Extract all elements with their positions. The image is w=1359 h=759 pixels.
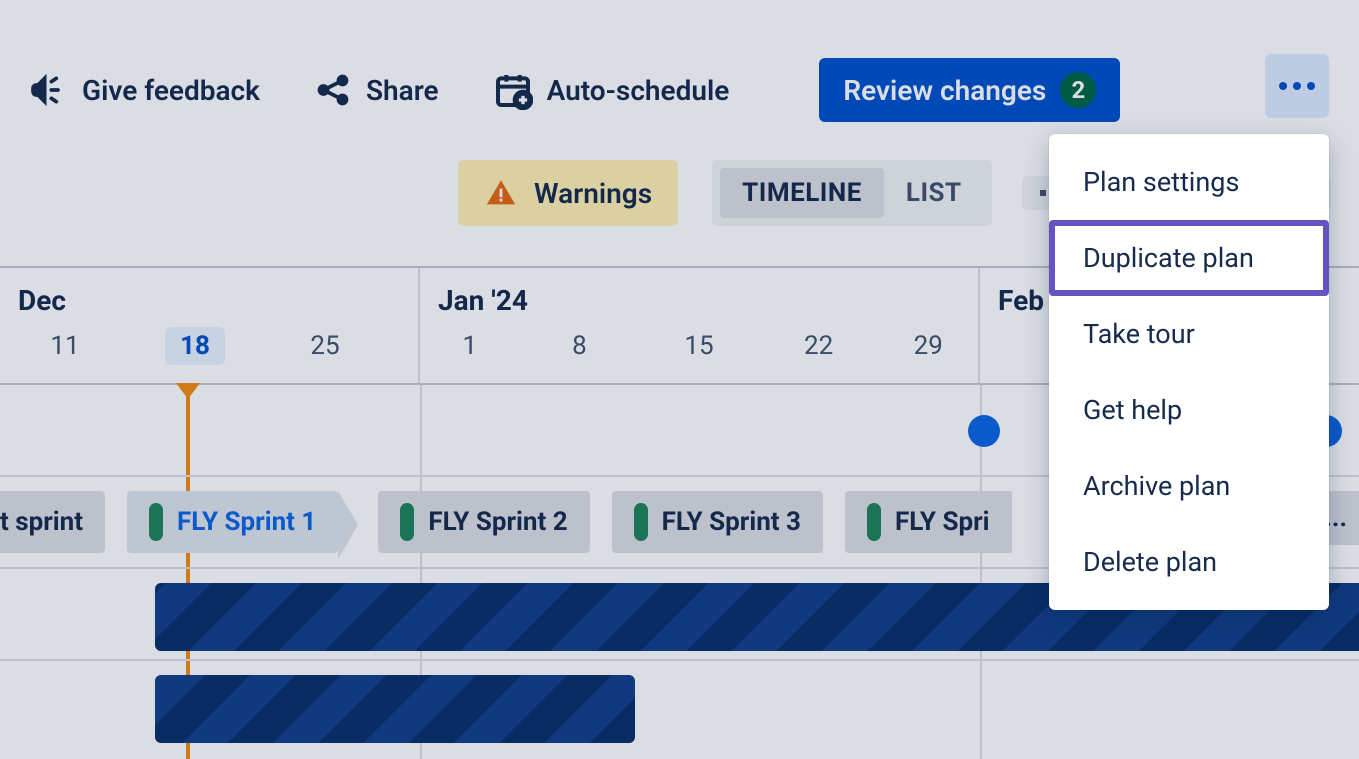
sprint-chip-1[interactable]: FLY Sprint 1 [127,491,338,553]
more-actions-button[interactable] [1265,54,1329,118]
view-timeline-tab[interactable]: TIMELINE [720,168,884,218]
menu-get-help[interactable]: Get help [1049,372,1329,448]
sprint-chip-3[interactable]: FLY Sprint 3 [612,491,823,553]
day-cell: 25 [260,331,390,365]
month-label: Dec [0,268,418,325]
review-changes-count: 2 [1060,72,1096,108]
month-label: Jan '24 [420,268,978,325]
sprint-label: FLY Sprint 3 [662,507,801,537]
calendar-plus-icon [493,70,533,110]
view-toggle: TIMELINE LIST [712,160,992,226]
milestone-dot[interactable] [968,415,1000,447]
day-cell: 8 [520,331,640,361]
sprint-status-icon [400,503,414,541]
plan-toolbar: Give feedback Share Auto-schedule Review… [0,0,1359,120]
sprint-status-icon [149,503,163,541]
sprint-label: FLY Sprint 1 [177,507,316,537]
give-feedback-button[interactable]: Give feedback [28,70,260,110]
task-lane [0,661,1359,753]
auto-schedule-button[interactable]: Auto-schedule [493,70,730,110]
sprint-label: FLY Spri [895,507,990,537]
sprint-status-icon [634,503,648,541]
warning-icon [484,176,518,210]
sprint-chip-2[interactable]: FLY Sprint 2 [378,491,589,553]
share-label: Share [366,74,439,107]
day-cell: 15 [639,331,759,361]
view-list-tab[interactable]: LIST [884,168,984,218]
share-icon [314,71,352,109]
day-cell: 11 [0,331,130,365]
month-col-dec: Dec 11 18 25 [0,268,420,383]
menu-duplicate-plan[interactable]: Duplicate plan [1049,220,1329,296]
sprint-status-icon [867,503,881,541]
share-button[interactable]: Share [314,71,439,109]
review-changes-button[interactable]: Review changes 2 [819,58,1120,122]
menu-delete-plan[interactable]: Delete plan [1049,524,1329,600]
auto-schedule-label: Auto-schedule [547,74,730,107]
menu-plan-settings[interactable]: Plan settings [1049,144,1329,220]
give-feedback-label: Give feedback [82,74,260,107]
ellipsis-icon [1279,82,1315,90]
day-cell: 22 [759,331,879,361]
month-col-jan: Jan '24 1 8 15 22 29 [420,268,980,383]
more-actions-menu: Plan settings Duplicate plan Take tour G… [1049,134,1329,610]
day-cell: 1 [420,331,520,361]
megaphone-icon [28,70,68,110]
sprint-chip-prev[interactable]: t sprint [0,491,105,553]
sprint-label: t sprint [0,507,83,537]
menu-take-tour[interactable]: Take tour [1049,296,1329,372]
warnings-label: Warnings [534,177,652,210]
task-bar[interactable] [155,675,635,743]
menu-archive-plan[interactable]: Archive plan [1049,448,1329,524]
sprint-chip-4[interactable]: FLY Spri [845,491,1012,553]
warnings-button[interactable]: Warnings [458,160,678,226]
day-cell-today: 18 [165,327,225,365]
sprint-label: FLY Sprint 2 [428,507,567,537]
review-changes-label: Review changes [843,74,1046,107]
day-cell: 29 [878,331,978,361]
